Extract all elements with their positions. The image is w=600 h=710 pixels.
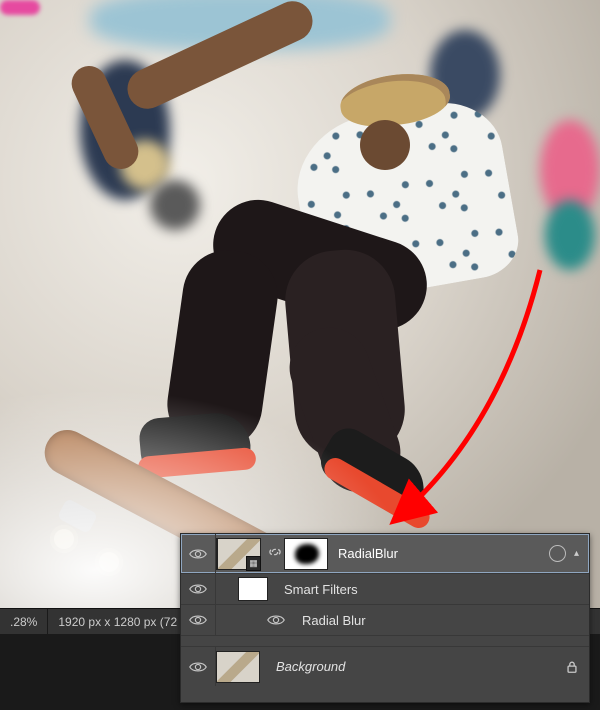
lock-icon[interactable] bbox=[565, 660, 579, 674]
smart-object-icon: ▦ bbox=[246, 556, 261, 571]
layer-divider bbox=[181, 636, 589, 647]
layer-row-background[interactable]: Background bbox=[181, 647, 589, 686]
layer-row-filter-radial-blur[interactable]: Radial Blur bbox=[181, 605, 589, 636]
layers-panel: ▦ RadialBlur ▴ Smart Filters bbox=[180, 533, 590, 703]
layer-name-label[interactable]: Background bbox=[276, 659, 565, 674]
collapse-triangle-icon[interactable]: ▴ bbox=[574, 548, 579, 559]
zoom-readout[interactable]: .28% bbox=[0, 609, 48, 635]
photo-skateboard-wheel-1 bbox=[50, 525, 78, 553]
layer-visibility-toggle[interactable] bbox=[181, 605, 216, 635]
eye-icon bbox=[189, 548, 207, 560]
smart-filters-label: Smart Filters bbox=[284, 582, 589, 597]
eye-icon bbox=[189, 614, 207, 626]
layer-mask-content bbox=[295, 544, 319, 564]
photo-skateboard-wheel-2 bbox=[95, 548, 123, 576]
layer-visibility-toggle[interactable] bbox=[181, 574, 216, 604]
document-canvas[interactable] bbox=[0, 0, 600, 608]
layer-mask-thumbnail[interactable] bbox=[284, 538, 328, 570]
photo-skater-face bbox=[360, 120, 410, 170]
eye-icon[interactable] bbox=[267, 614, 285, 626]
zoom-value: .28% bbox=[10, 615, 37, 629]
layer-visibility-toggle[interactable] bbox=[181, 534, 216, 573]
layer-visibility-toggle[interactable] bbox=[181, 647, 216, 686]
filter-name-label[interactable]: Radial Blur bbox=[302, 613, 589, 628]
filter-mask-thumbnail[interactable] bbox=[238, 577, 268, 601]
layer-name-label[interactable]: RadialBlur bbox=[338, 546, 549, 561]
eye-icon bbox=[189, 583, 207, 595]
layer-row-radialblur[interactable]: ▦ RadialBlur ▴ bbox=[181, 534, 589, 574]
photo-bg-wristband bbox=[0, 0, 40, 15]
eye-icon bbox=[189, 661, 207, 673]
link-icon bbox=[268, 545, 282, 562]
layer-thumbnail[interactable]: ▦ bbox=[216, 538, 260, 570]
filter-blend-options-icon[interactable] bbox=[549, 545, 566, 562]
layer-thumbnail[interactable] bbox=[216, 651, 260, 683]
layer-row-smart-filters[interactable]: Smart Filters bbox=[181, 574, 589, 605]
